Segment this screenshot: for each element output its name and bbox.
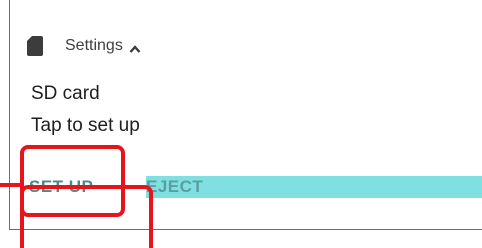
eject-button[interactable]: EJECT [146, 176, 203, 198]
notification-text: Tap to set up [31, 115, 140, 136]
app-label: Settings [65, 37, 123, 54]
notification-header[interactable]: Settings [27, 35, 141, 57]
chevron-up-icon[interactable] [129, 41, 141, 53]
sd-card-icon [27, 36, 43, 56]
notification-title: SD card [31, 83, 100, 104]
screenshot-canvas: Settings SD card Tap to set up SET UP EJ… [0, 0, 482, 248]
set-up-button[interactable]: SET UP [29, 176, 117, 198]
callout-connector [0, 183, 22, 187]
